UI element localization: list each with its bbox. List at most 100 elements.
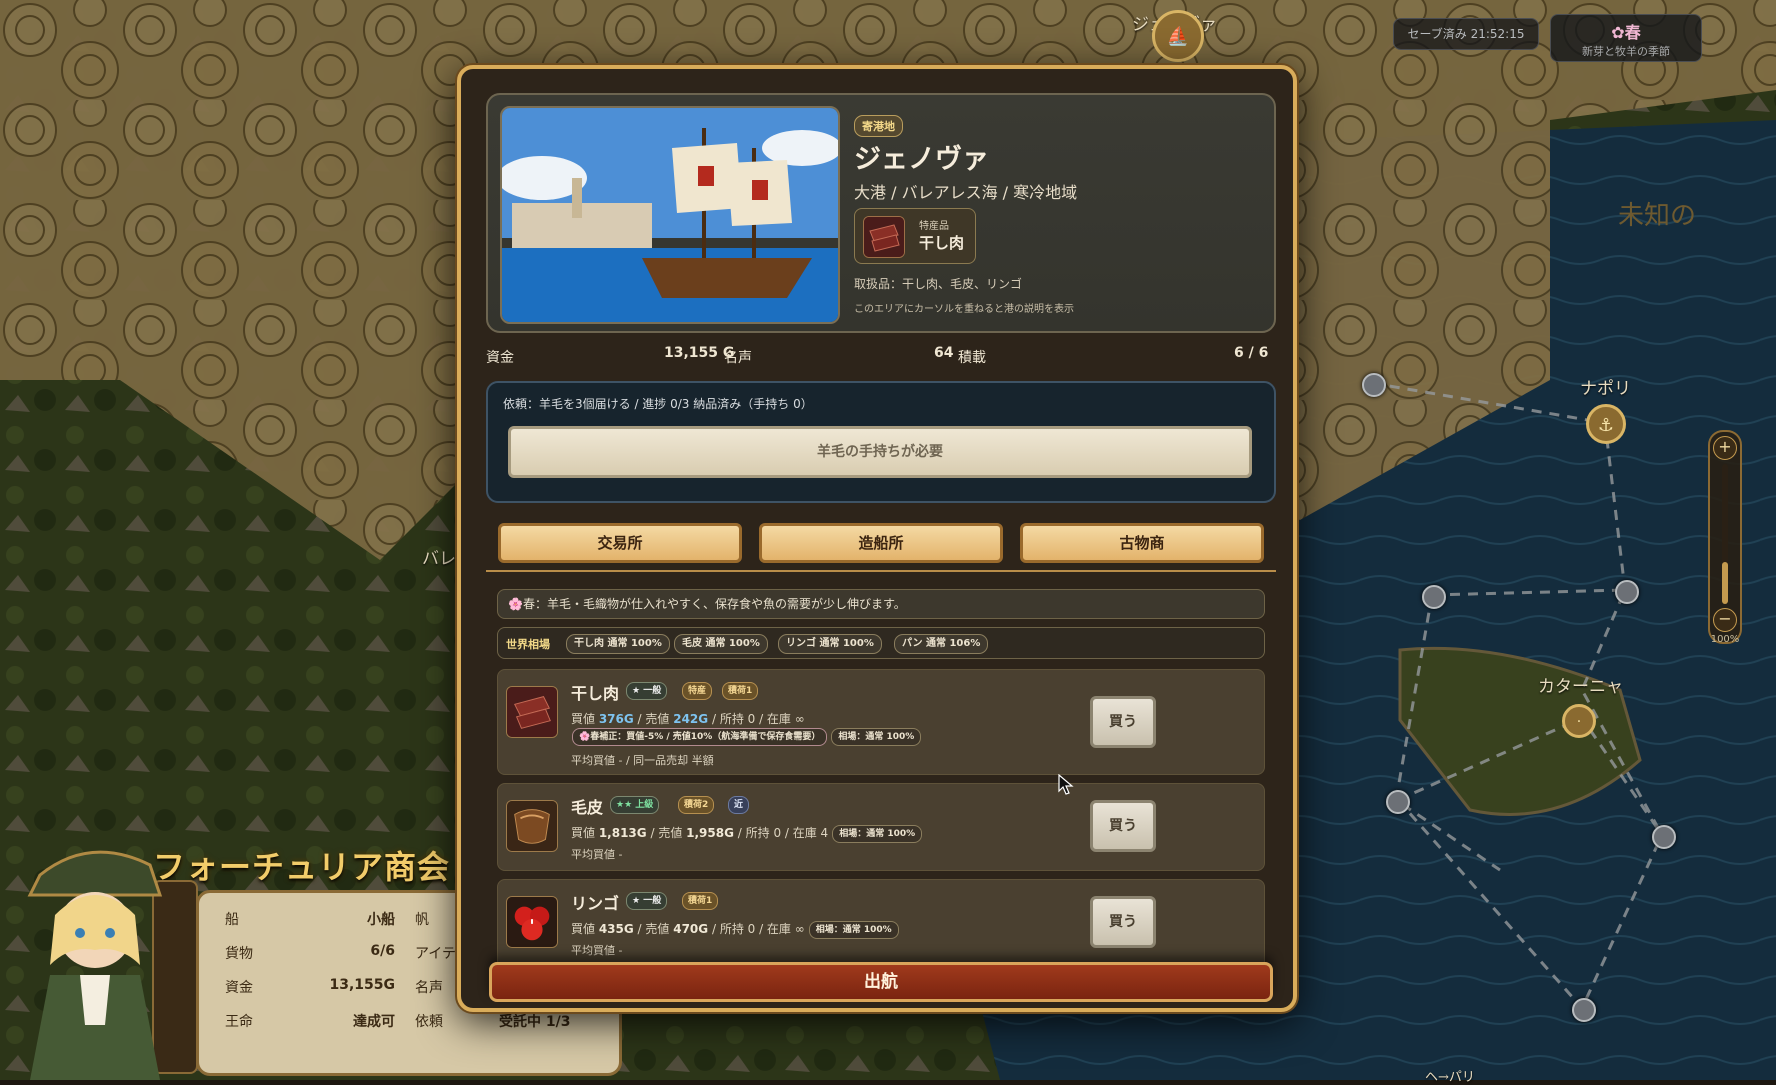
- save-status: セーブ済み 21:52:15: [1393, 18, 1539, 50]
- buy-price: 435G: [598, 922, 634, 936]
- season-title: 春: [1624, 23, 1641, 42]
- buy-button[interactable]: 買う: [1090, 800, 1156, 852]
- market-rate-pill: 相場：通常 100%: [832, 825, 923, 843]
- quest-panel: 依頼：羊毛を3個届ける / 進捗 0/3 納品済み（手持ち 0） 羊毛の手持ちが…: [486, 381, 1276, 503]
- goods-modifier-line: 🌸春補正：買値-5% / 売値10%（航海準備で保存食需要） 相場：通常 100%: [568, 728, 922, 746]
- port-info-card[interactable]: 寄港地 ジェノヴァ 大港 / バレアレス海 / 寒冷地域 特産品 干し肉 取扱品…: [486, 93, 1276, 333]
- zoom-level-label: 100%: [1710, 634, 1740, 645]
- specialty-value: 干し肉: [919, 234, 965, 252]
- buy-button[interactable]: 買う: [1090, 896, 1156, 948]
- port-illustration: [500, 106, 840, 324]
- map-label-catania: カターニャ: [1538, 677, 1623, 697]
- cargo-value: 6 / 6: [1234, 345, 1269, 361]
- goods-price-line: 買値 1,813G / 売値 1,958G / 所持 0 / 在庫 4 相場：通常…: [571, 824, 923, 843]
- port-node-catania[interactable]: ·: [1562, 704, 1596, 738]
- quest-text: 依頼：羊毛を3個届ける / 進捗 0/3 納品済み（手持ち 0）: [503, 397, 813, 411]
- season-desc: 新芽と牧羊の季節: [1582, 45, 1670, 58]
- port-trade-goods: 取扱品：干し肉、毛皮、リンゴ: [854, 277, 1023, 291]
- route-node[interactable]: [1615, 580, 1639, 604]
- zoom-control[interactable]: + − 100%: [1708, 430, 1742, 645]
- market-pill: 毛皮 通常 100%: [674, 634, 768, 654]
- route-node[interactable]: [1422, 585, 1446, 609]
- quest-deliver-button[interactable]: 羊毛の手持ちが必要: [508, 426, 1252, 478]
- guild-col2-label: 帆: [415, 912, 429, 928]
- zoom-out-button[interactable]: −: [1713, 608, 1737, 632]
- guild-col2-label: アイテ: [415, 946, 457, 962]
- jerky-icon: [506, 686, 558, 738]
- route-node[interactable]: [1652, 825, 1676, 849]
- facility-tabs: 交易所 造船所 古物商: [498, 523, 1264, 563]
- map-label-unknown: 未知の: [1618, 201, 1697, 231]
- grade-tag: ★ 一般: [626, 682, 668, 700]
- season-indicator[interactable]: ✿春 新芽と牧羊の季節: [1550, 14, 1702, 62]
- fame-value: 64: [934, 345, 954, 361]
- guild-col2-label: 依頼: [415, 1014, 443, 1030]
- market-pill: パン 通常 106%: [894, 634, 989, 654]
- map-label-napoli: ナポリ: [1580, 379, 1631, 399]
- port-modal: 寄港地 ジェノヴァ 大港 / バレアレス海 / 寒冷地域 特産品 干し肉 取扱品…: [457, 65, 1297, 1012]
- season-modifier-pill: 🌸春補正：買値-5% / 売値10%（航海準備で保存食需要）: [572, 728, 828, 746]
- cargo-size-tag: 積荷1: [722, 682, 759, 700]
- route-node[interactable]: [1362, 373, 1386, 397]
- goods-name: 干し肉: [571, 684, 620, 703]
- sell-price: 242G: [673, 712, 709, 726]
- buy-button[interactable]: 買う: [1090, 696, 1156, 748]
- grade-tag: ★★ 上級: [610, 796, 660, 814]
- flower-icon: ✿: [1611, 23, 1625, 42]
- anchor-icon: ·: [1576, 714, 1582, 730]
- port-node-napoli[interactable]: ⚓: [1586, 404, 1626, 444]
- port-hint: このエリアにカーソルを重ねると港の説明を表示: [854, 304, 1074, 315]
- goods-item: 干し肉 ★ 一般 特産 積荷1 買値 376G / 売値 242G / 所持 0…: [497, 669, 1265, 775]
- goods-price-line: 買値 376G / 売値 242G / 所持 0 / 在庫 ∞: [571, 712, 805, 726]
- port-type-badge: 寄港地: [854, 115, 903, 137]
- port-subtitle: 大港 / バレアレス海 / 寒冷地域: [854, 183, 1078, 202]
- divider: [486, 570, 1276, 572]
- market-pill: リンゴ 通常 100%: [778, 634, 882, 654]
- cargo-size-tag: 積荷2: [678, 796, 715, 814]
- tab-shipyard[interactable]: 造船所: [759, 523, 1003, 563]
- cargo-label: 積載: [958, 350, 986, 366]
- goods-item: 毛皮 ★★ 上級 積荷2 近 買値 1,813G / 売値 1,958G / 所…: [497, 783, 1265, 871]
- port-node-genova[interactable]: ⛵: [1152, 10, 1204, 62]
- buy-price: 1,813G: [598, 826, 647, 840]
- nearby-tag: 近: [728, 796, 750, 814]
- market-pill: 干し肉 通常 100%: [566, 634, 670, 654]
- specialty-box[interactable]: 特産品 干し肉: [854, 208, 976, 264]
- goods-name: 毛皮: [571, 798, 604, 817]
- funds-label: 資金: [486, 350, 514, 366]
- tab-market[interactable]: 交易所: [498, 523, 742, 563]
- category-tag: 特産: [682, 682, 713, 700]
- world-market-bar: 世界相場 干し肉 通常 100% 毛皮 通常 100% リンゴ 通常 100% …: [497, 627, 1265, 659]
- buy-price: 376G: [598, 712, 634, 726]
- captain-avatar: [27, 850, 163, 1080]
- goods-avg-line: 平均買値 - / 同一品売却 半額: [571, 754, 714, 767]
- jerky-icon: [863, 216, 905, 258]
- sell-price: 1,958G: [686, 826, 734, 840]
- market-rate-pill: 相場：通常 100%: [808, 921, 899, 939]
- apple-icon: [506, 896, 558, 948]
- season-note: 🌸春：羊毛・毛織物が仕入れやすく、保存食や魚の需要が少し伸びます。: [497, 589, 1265, 619]
- zoom-level-fill[interactable]: [1722, 562, 1728, 604]
- depart-button[interactable]: 出航: [489, 962, 1273, 1002]
- goods-price-line: 買値 435G / 売値 470G / 所持 0 / 在庫 ∞ 相場：通常 100…: [571, 920, 899, 939]
- route-node[interactable]: [1386, 790, 1410, 814]
- port-name: ジェノヴァ: [854, 144, 989, 175]
- goods-avg-line: 平均買値 -: [571, 848, 623, 861]
- sell-price: 470G: [673, 922, 709, 936]
- zoom-in-button[interactable]: +: [1713, 436, 1737, 460]
- specialty-label: 特産品: [919, 221, 949, 232]
- map-label-baleares: バレ: [422, 549, 456, 569]
- cargo-size-tag: 積荷1: [682, 892, 719, 910]
- goods-name: リンゴ: [571, 894, 620, 913]
- fame-label: 名声: [724, 350, 752, 366]
- ship-icon: ⛵: [1166, 26, 1190, 47]
- tab-antique-shop[interactable]: 古物商: [1020, 523, 1264, 563]
- cursor-icon: [1058, 774, 1074, 795]
- grade-tag: ★ 一般: [626, 892, 668, 910]
- route-node[interactable]: [1572, 998, 1596, 1022]
- goods-avg-line: 平均買値 -: [571, 944, 623, 957]
- anchor-icon: ⚓: [1597, 415, 1615, 436]
- guild-col2-label: 名声: [415, 980, 443, 996]
- stats-bar: 資金 13,155 G 名声 64 積載 6 / 6: [486, 345, 1276, 367]
- world-market-label: 世界相場: [506, 638, 550, 651]
